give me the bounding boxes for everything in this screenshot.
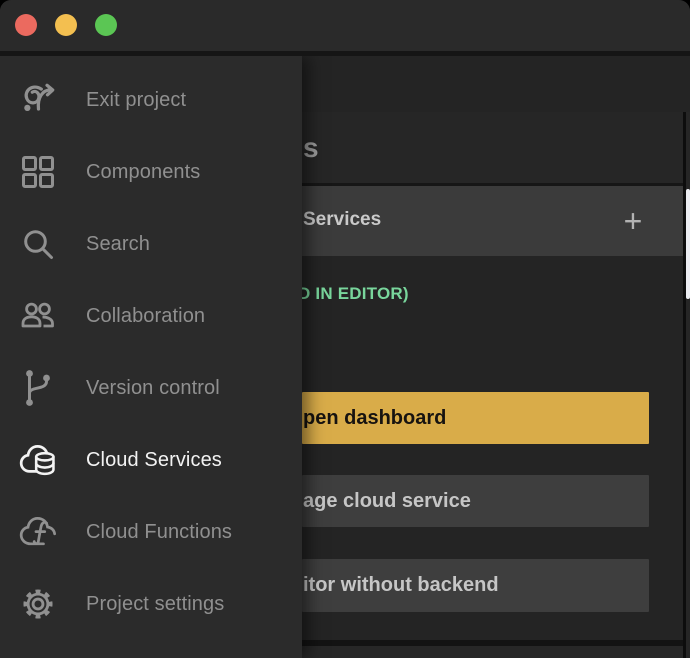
menu-label-cloud-functions: Cloud Functions	[86, 521, 232, 544]
menu-label-project-settings: Project settings	[86, 593, 224, 616]
menu-item-search[interactable]: Search	[0, 208, 302, 280]
collaboration-icon	[18, 296, 58, 336]
menu-item-components[interactable]: Components	[0, 136, 302, 208]
version-control-icon	[18, 368, 58, 408]
gear-icon	[18, 584, 58, 624]
menu-label-cloud-services: Version control	[86, 377, 220, 400]
app-window: s Services + D IN EDITOR) pen dashboard …	[0, 0, 690, 658]
menu-item-project-settings[interactable]: Project settings	[0, 568, 302, 640]
cloud-functions-icon	[18, 512, 58, 552]
open-dashboard-label: pen dashboard	[303, 407, 446, 430]
menu-item-collaboration[interactable]: Collaboration	[0, 280, 302, 352]
menu-item-exit-project[interactable]: Exit project	[0, 64, 302, 136]
minimize-window-button[interactable]	[55, 14, 77, 36]
menu-label-exit-project: Exit project	[86, 89, 186, 112]
menu-item-cloud-functions[interactable]: Cloud Functions	[0, 496, 302, 568]
menu-label-collaboration: Collaboration	[86, 305, 205, 328]
titlebar-divider	[0, 51, 690, 56]
add-service-button[interactable]: +	[618, 207, 648, 237]
scrollbar-track[interactable]	[686, 112, 690, 658]
page-title: s	[303, 132, 319, 164]
menu-item-cloud-services[interactable]: Cloud Services	[0, 424, 302, 496]
opened-in-editor-badge: D IN EDITOR)	[298, 284, 409, 304]
menu-item-version-control[interactable]: Version control	[0, 352, 302, 424]
services-section-title: Services	[303, 209, 381, 231]
window-titlebar	[0, 0, 690, 51]
menu-label-search: Search	[86, 233, 150, 256]
scrollbar-thumb[interactable]	[686, 189, 690, 299]
open-editor-without-backend-label: itor without backend	[303, 574, 499, 597]
open-dashboard-button[interactable]: pen dashboard	[302, 392, 649, 444]
components-icon	[18, 152, 58, 192]
manage-cloud-service-label: age cloud service	[303, 490, 471, 513]
search-icon	[18, 224, 58, 264]
zoom-window-button[interactable]	[95, 14, 117, 36]
noodl-logo-icon	[18, 80, 58, 120]
manage-cloud-service-button[interactable]: age cloud service	[302, 475, 649, 527]
project-menu: Exit project Components Search	[0, 56, 302, 658]
open-editor-without-backend-button[interactable]: itor without backend	[302, 559, 649, 612]
close-window-button[interactable]	[15, 14, 37, 36]
menu-label-cloud-services: Cloud Services	[86, 449, 222, 472]
menu-label-components: Components	[86, 161, 200, 184]
cloud-services-icon	[18, 440, 58, 480]
